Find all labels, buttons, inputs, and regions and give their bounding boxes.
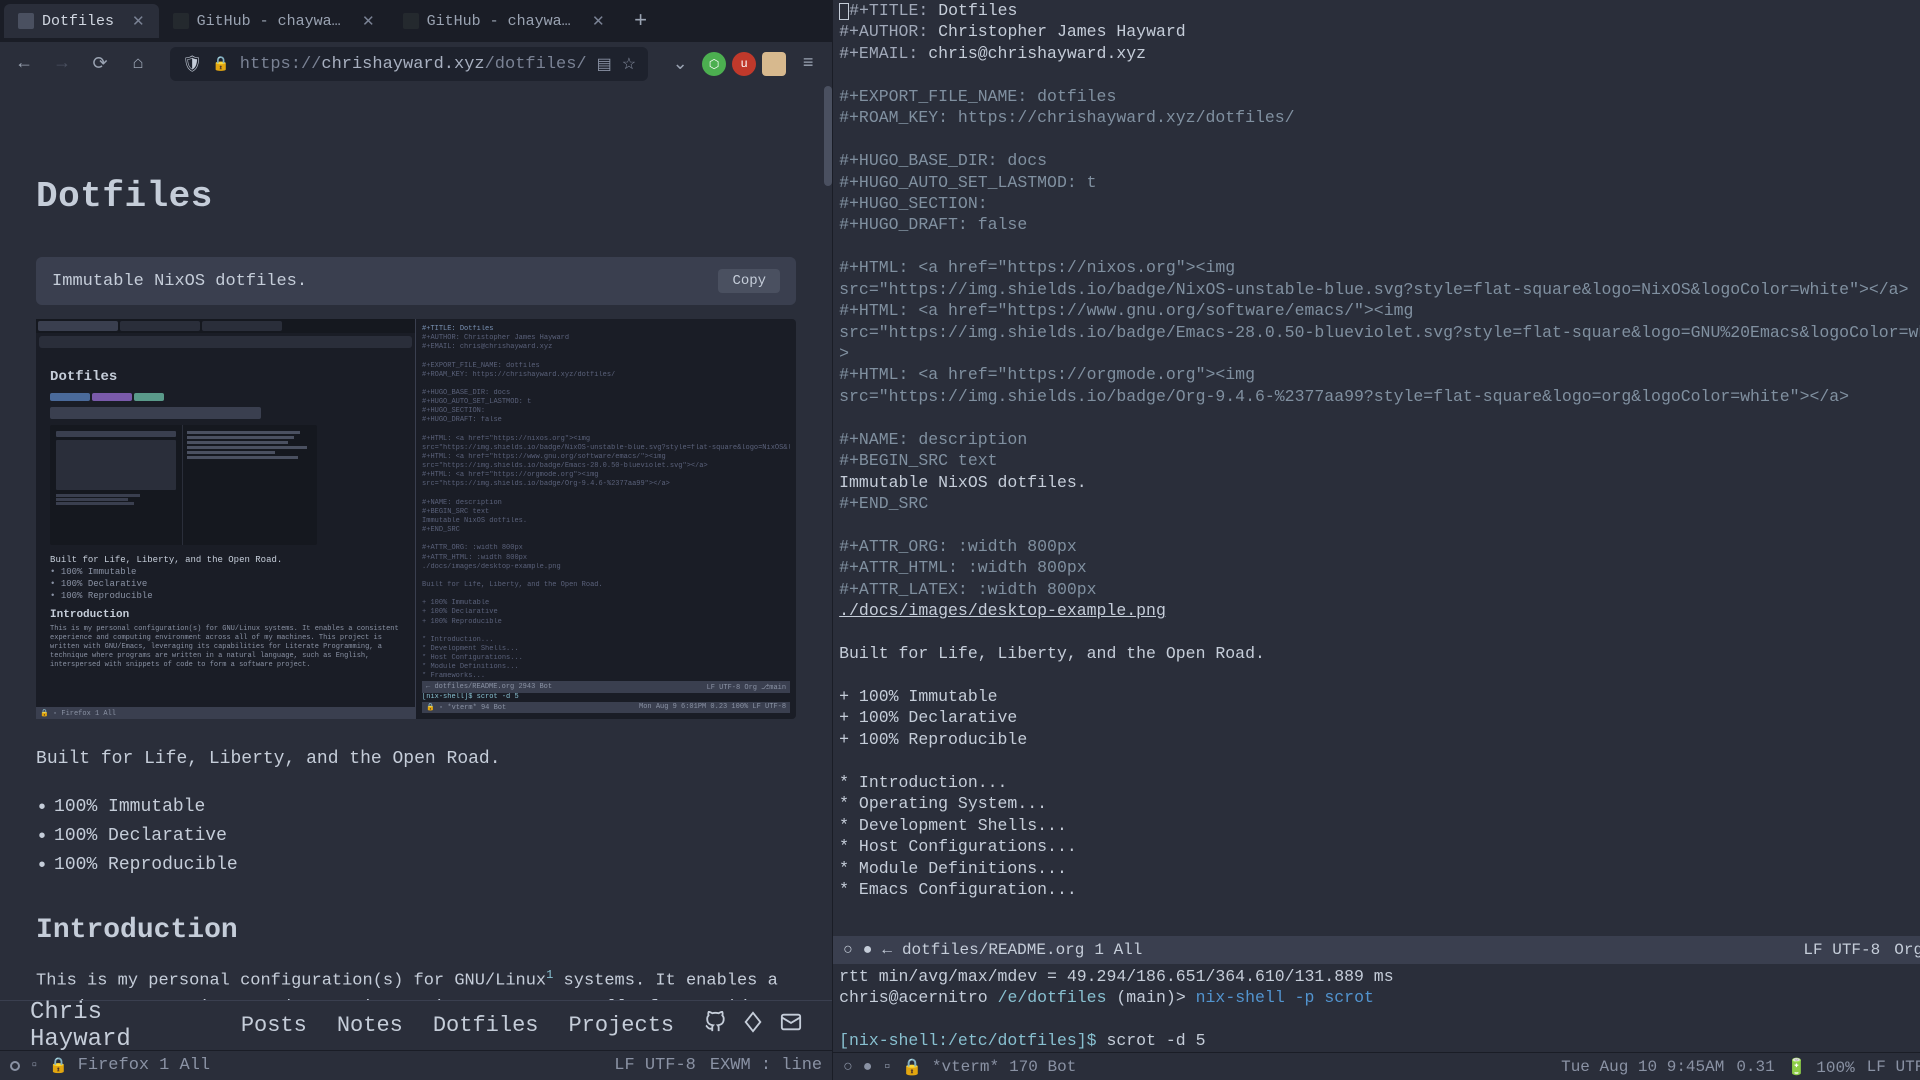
status-icon: ● xyxy=(863,1058,873,1076)
browser-tab[interactable]: Dotfiles ✕ xyxy=(4,4,159,38)
clock: Tue Aug 10 9:45AM xyxy=(1561,1058,1724,1076)
code-text: Immutable NixOS dotfiles. xyxy=(52,272,307,291)
terminal-output: rtt min/avg/max/mdev = 49.294/186.651/36… xyxy=(839,966,1920,987)
github-icon[interactable] xyxy=(704,1011,726,1040)
nav-link-posts[interactable]: Posts xyxy=(241,1013,307,1038)
terminal[interactable]: rtt min/avg/max/mdev = 49.294/186.651/36… xyxy=(833,964,1920,1052)
doc-icon: ▫ xyxy=(882,1058,892,1076)
gitlab-icon[interactable] xyxy=(742,1011,764,1040)
lock-icon: 🔒 xyxy=(212,56,229,73)
battery-icon: 🔋 100% xyxy=(1787,1057,1855,1077)
buffer-name: *vterm* xyxy=(932,1058,999,1076)
list-item: 100% Declarative xyxy=(54,822,796,851)
status-icon: ○ xyxy=(843,1058,853,1076)
brand-link[interactable]: Chris Hayward xyxy=(30,999,191,1053)
url-bar[interactable]: 🛡 🔒 https://chrishayward.xyz/dotfiles/ ▤… xyxy=(170,47,648,81)
extension-ublock-icon[interactable]: u xyxy=(732,52,756,76)
desktop-screenshot-image: Dotfiles xyxy=(36,319,796,719)
page-title: Dotfiles xyxy=(36,176,796,217)
favicon-icon xyxy=(173,13,189,29)
status-icon: ● xyxy=(863,941,873,959)
back-icon: ← xyxy=(882,941,892,959)
mode: Org xyxy=(1894,941,1920,959)
encoding: LF UTF-8 xyxy=(1803,941,1880,959)
reload-button[interactable]: ⟳ xyxy=(84,48,116,80)
lock-icon: 🔒 xyxy=(902,1057,922,1077)
buffer-name: Firefox xyxy=(78,1056,149,1075)
close-icon[interactable]: ✕ xyxy=(132,12,145,31)
extension-icon[interactable] xyxy=(762,52,786,76)
encoding: LF UTF-8 xyxy=(614,1056,696,1075)
page-content[interactable]: Dotfiles Immutable NixOS dotfiles. Copy … xyxy=(0,86,832,1000)
section-heading: Introduction xyxy=(36,915,796,946)
tagline: Built for Life, Liberty, and the Open Ro… xyxy=(36,749,796,769)
left-modeline: ▫ 🔒 Firefox 1 All LF UTF-8 EXWM : line xyxy=(0,1050,832,1080)
bookmark-icon[interactable]: ☆ xyxy=(622,54,636,74)
buffer-path: dotfiles/README.org xyxy=(902,941,1084,959)
shield-icon: 🛡 xyxy=(182,54,202,74)
pocket-icon[interactable]: ⌄ xyxy=(664,48,696,80)
load-avg: 0.31 xyxy=(1736,1058,1774,1076)
emacs-editor[interactable]: #+TITLE: Dotfiles #+AUTHOR: Christopher … xyxy=(833,0,1920,936)
close-icon[interactable]: ✕ xyxy=(362,12,375,31)
image-link[interactable]: ./docs/images/desktop-example.png xyxy=(839,601,1166,620)
browser-tab-bar: Dotfiles ✕ GitHub - chayward1/dotf ✕ Git… xyxy=(0,0,832,42)
status-icon: ○ xyxy=(843,941,853,959)
favicon-icon xyxy=(18,13,34,29)
features-list: 100% Immutable 100% Declarative 100% Rep… xyxy=(36,793,796,879)
lock-icon: 🔒 xyxy=(49,1056,68,1075)
url-text: https://chrishayward.xyz/dotfiles/ xyxy=(240,55,587,74)
close-icon[interactable]: ✕ xyxy=(592,12,605,31)
browser-nav-bar: ← → ⟳ ⌂ 🛡 🔒 https://chrishayward.xyz/dot… xyxy=(0,42,832,86)
back-button[interactable]: ← xyxy=(8,48,40,80)
menu-button[interactable]: ≡ xyxy=(792,48,824,80)
buffer-pos: 1 All xyxy=(159,1056,210,1075)
tab-title: GitHub - chayward1/dotf xyxy=(427,13,574,30)
new-tab-button[interactable]: + xyxy=(625,5,657,37)
buffer-pos: 1 All xyxy=(1094,941,1142,959)
forward-button[interactable]: → xyxy=(46,48,78,80)
list-item: 100% Immutable xyxy=(54,793,796,822)
buffer-pos: 170 Bot xyxy=(1009,1058,1076,1076)
tab-title: GitHub - chayward1/dotf xyxy=(197,13,344,30)
terminal-prompt: chris@acernitro /e/dotfiles (main)> nix-… xyxy=(839,987,1920,1008)
home-button[interactable]: ⌂ xyxy=(122,48,154,80)
list-item: 100% Reproducible xyxy=(54,851,796,880)
browser-tab[interactable]: GitHub - chayward1/dotf ✕ xyxy=(389,4,619,38)
browser-tab[interactable]: GitHub - chayward1/dotf ✕ xyxy=(159,4,389,38)
code-block: Immutable NixOS dotfiles. Copy xyxy=(36,257,796,305)
terminal-prompt: [nix-shell:/etc/dotfiles]$ scrot -d 5 xyxy=(839,1030,1920,1051)
nav-link-notes[interactable]: Notes xyxy=(337,1013,403,1038)
editor-modeline: ○ ● ← dotfiles/README.org 1 All LF UTF-8… xyxy=(833,936,1920,964)
encoding: LF UTF-8 xyxy=(1867,1058,1920,1076)
site-footer-nav: Chris Hayward Posts Notes Dotfiles Proje… xyxy=(0,1000,832,1050)
extension-icon[interactable]: ⬡ xyxy=(702,52,726,76)
mode: EXWM : line xyxy=(710,1056,822,1075)
scrollbar[interactable] xyxy=(824,86,832,186)
terminal-modeline: ○ ● ▫ 🔒 *vterm* 170 Bot Tue Aug 10 9:45A… xyxy=(833,1052,1920,1080)
doc-icon: ▫ xyxy=(30,1057,39,1074)
tab-title: Dotfiles xyxy=(42,13,114,30)
copy-button[interactable]: Copy xyxy=(718,269,780,293)
nav-link-projects[interactable]: Projects xyxy=(568,1013,674,1038)
reader-icon[interactable]: ▤ xyxy=(597,54,612,74)
status-icon xyxy=(10,1061,20,1071)
nav-link-dotfiles[interactable]: Dotfiles xyxy=(433,1013,539,1038)
favicon-icon xyxy=(403,13,419,29)
mail-icon[interactable] xyxy=(780,1011,802,1040)
intro-text: This is my personal configuration(s) for… xyxy=(36,966,796,1000)
